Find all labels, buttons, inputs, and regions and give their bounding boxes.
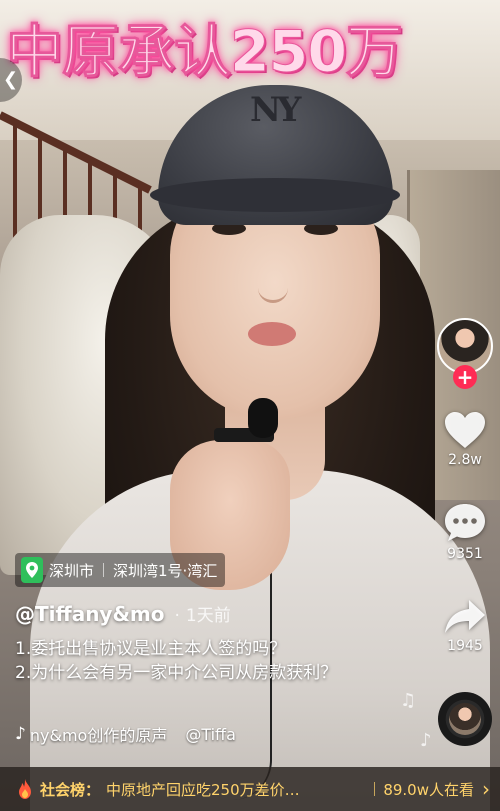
hot-topic-divider: [374, 782, 376, 796]
cap-logo: NY: [250, 90, 301, 130]
music-disc-cover: [449, 703, 481, 735]
hot-topic-viewers: 89.0w人在看: [383, 780, 474, 799]
mouth: [248, 322, 296, 346]
music-disc[interactable]: [438, 692, 492, 746]
comment-count: 9351: [447, 546, 483, 562]
caption-line-2: 2.为什么会有另一家中介公司从房款获利？: [15, 663, 338, 683]
follow-button[interactable]: +: [453, 365, 477, 389]
comment-icon: [445, 504, 485, 541]
location-tag[interactable]: 深圳市 深圳湾1号·湾汇: [15, 553, 226, 587]
hot-topic-bar[interactable]: 社会榜： 中原地产回应吃250万差价… 89.0w人在看 ›: [0, 767, 500, 811]
post-author-line: @Tiffany&mo 1天前: [15, 601, 231, 626]
location-divider: [103, 563, 105, 577]
hot-topic-title: 中原地产回应吃250万差价…: [106, 780, 300, 799]
share-button[interactable]: 1945: [430, 598, 500, 654]
video-frame[interactable]: NY: [0, 0, 500, 811]
music-note-icon: ♪: [420, 730, 432, 751]
location-city: 深圳市: [49, 561, 95, 580]
caption-line-1: 1.委托出售协议是业主本人签的吗？: [15, 639, 287, 659]
like-count: 2.8w: [448, 452, 482, 468]
heart-icon: [445, 412, 485, 448]
fire-icon: [19, 779, 31, 799]
original-sound-link[interactable]: ♪ ny&mo创作的原声 @Tiffa: [15, 722, 270, 746]
headline-overlay: 中原承认250万: [6, 19, 404, 86]
music-note-icon: ♪: [15, 724, 26, 744]
back-chevron-icon: ❮: [3, 69, 19, 90]
post-timestamp: 1天前: [175, 601, 231, 626]
post-caption[interactable]: 1.委托出售协议是业主本人签的吗？ 2.为什么会有另一家中介公司从房款获利？: [15, 637, 360, 685]
like-button[interactable]: 2.8w: [430, 410, 500, 468]
comment-button[interactable]: 9351: [430, 502, 500, 562]
share-count: 1945: [447, 638, 483, 654]
nose: [258, 260, 288, 303]
chevron-right-icon: ›: [482, 777, 490, 801]
author-username[interactable]: @Tiffany&mo: [15, 602, 165, 626]
lavalier-mic: [248, 398, 278, 438]
share-icon: [445, 600, 485, 633]
location-place: 深圳湾1号·湾汇: [113, 561, 218, 580]
location-pin-icon: [21, 557, 43, 583]
cap-brim: [150, 178, 400, 212]
sound-title-scroll: @Tiffa: [185, 724, 236, 744]
hot-topic-label: 社会榜：: [40, 780, 101, 799]
sound-title: ny&mo创作的原声: [29, 726, 168, 745]
music-note-icon: ♫: [400, 690, 417, 711]
